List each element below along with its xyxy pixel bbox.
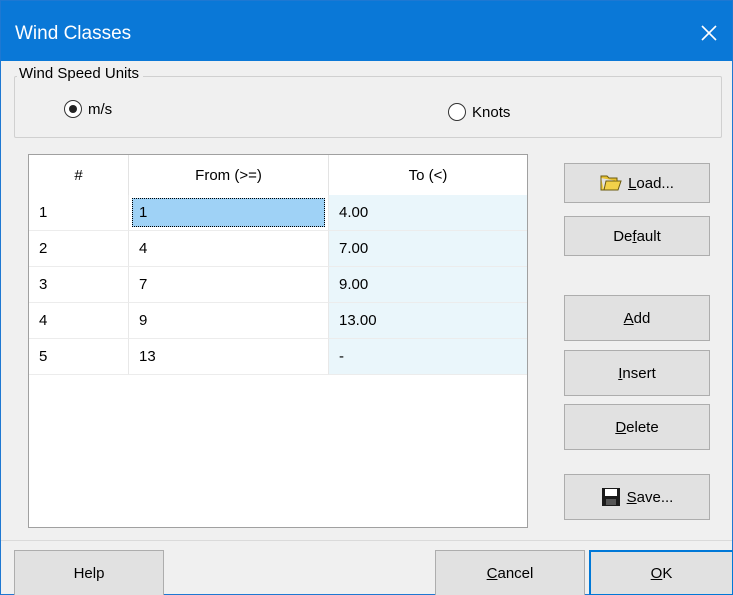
cell-to[interactable]: 13.00 [329,303,527,339]
table-row[interactable]: 3 7 9.00 [29,267,527,303]
cancel-label: Cancel [486,564,534,582]
save-label: Save... [626,488,674,506]
wind-speed-units-label: Wind Speed Units [17,65,144,82]
folder-icon [600,174,622,192]
ok-button[interactable]: OK [589,550,733,595]
save-button[interactable]: Save... [564,474,710,520]
title-bar[interactable]: Wind Classes [1,1,732,61]
load-label-rest: oad... [636,174,674,192]
add-label: Add [623,309,651,327]
table-row[interactable]: 4 9 13.00 [29,303,527,339]
floppy-disk-icon [601,487,621,507]
radio-ms[interactable]: m/s [64,100,112,118]
table-row[interactable]: 2 4 7.00 [29,231,527,267]
radio-knots[interactable]: Knots [448,103,510,121]
cell-to[interactable]: 9.00 [329,267,527,303]
insert-label: Insert [618,364,656,382]
footer-divider [1,540,732,541]
table-row[interactable]: 5 13 - [29,339,527,375]
cell-from[interactable]: 13 [129,339,329,375]
help-label: Help [73,564,105,582]
table-row[interactable]: 1 1 4.00 [29,195,527,231]
help-button[interactable]: Help [14,550,164,595]
delete-label: Delete [615,418,659,436]
cell-number[interactable]: 4 [29,303,129,339]
header-number[interactable]: # [29,155,129,195]
cell-from[interactable]: 7 [129,267,329,303]
default-label: Default [613,227,661,245]
radio-knots-indicator[interactable] [448,103,466,121]
close-icon [700,24,718,42]
ok-mnemonic: O [650,564,663,582]
insert-button[interactable]: Insert [564,350,710,396]
window-title: Wind Classes [15,23,132,44]
header-from[interactable]: From (>=) [129,155,329,195]
cell-from[interactable]: 4 [129,231,329,267]
cell-number[interactable]: 3 [29,267,129,303]
wind-classes-dialog: Wind Classes Wind Speed Units m/s Knots … [0,0,733,595]
header-to[interactable]: To (<) [329,155,527,195]
default-button[interactable]: Default [564,216,710,256]
ok-label: OK [650,564,673,582]
cell-number[interactable]: 1 [29,195,129,231]
default-mnemonic: f [632,227,637,245]
wind-classes-grid[interactable]: # From (>=) To (<) 1 1 4.00 2 4 7.00 3 7… [28,154,528,528]
grid-header: # From (>=) To (<) [29,155,527,195]
cell-to[interactable]: 4.00 [329,195,527,231]
add-mnemonic: A [623,309,634,327]
load-button[interactable]: Load... [564,163,710,203]
radio-knots-label: Knots [472,103,511,121]
cell-number[interactable]: 5 [29,339,129,375]
cell-to[interactable]: 7.00 [329,231,527,267]
delete-button[interactable]: Delete [564,404,710,450]
cancel-mnemonic: C [486,564,498,582]
cell-from-selected[interactable]: 1 [129,195,329,231]
radio-ms-indicator[interactable] [64,100,82,118]
delete-mnemonic: D [615,418,627,436]
add-button[interactable]: Add [564,295,710,341]
cancel-button[interactable]: Cancel [435,550,585,595]
wind-speed-units-group [14,76,722,138]
cell-to[interactable]: - [329,339,527,375]
radio-ms-label: m/s [88,100,113,118]
load-label: Load... [628,175,674,192]
save-mnemonic: S [626,488,637,506]
cell-number[interactable]: 2 [29,231,129,267]
selection-box[interactable]: 1 [132,198,325,227]
cell-from[interactable]: 9 [129,303,329,339]
insert-mnemonic: I [618,364,623,382]
close-button[interactable] [686,13,732,53]
